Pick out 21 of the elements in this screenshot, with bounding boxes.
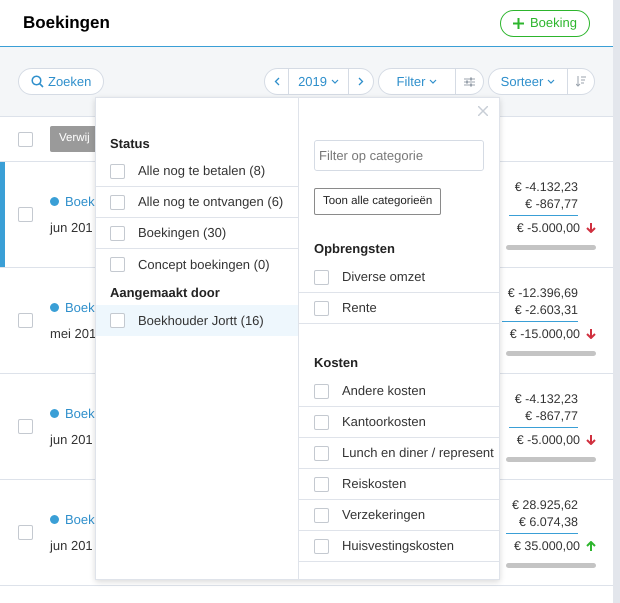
group-heading: Status <box>110 134 150 153</box>
amount: € -867,77 <box>525 196 578 213</box>
total-amount: € 35.000,00 <box>514 538 580 555</box>
booking-date: jun 201 <box>50 430 94 449</box>
booking-date: jun 201 <box>50 218 94 237</box>
total-amount: € -5.000,00 <box>516 432 580 449</box>
amount: € -2.603,31 <box>514 302 578 319</box>
amount: € -4.132,23 <box>514 391 578 408</box>
page-title: Boekingen <box>23 12 110 34</box>
amount: € -4.132,23 <box>514 179 578 196</box>
amount: € 28.925,62 <box>512 497 578 514</box>
amount: € 6.074,38 <box>518 514 578 531</box>
amount: € -12.396,69 <box>508 285 578 302</box>
amount: € -867,77 <box>525 408 578 425</box>
category-heading: Opbrengsten <box>314 240 395 258</box>
booking-date: mei 201 <box>50 324 96 342</box>
category-heading: Kosten <box>314 354 358 372</box>
total-amount: € -5.000,00 <box>516 220 580 237</box>
group-heading: Aangemaakt door <box>110 284 220 302</box>
booking-date: jun 201 <box>50 536 94 555</box>
total-amount: € -15.000,00 <box>510 326 580 343</box>
